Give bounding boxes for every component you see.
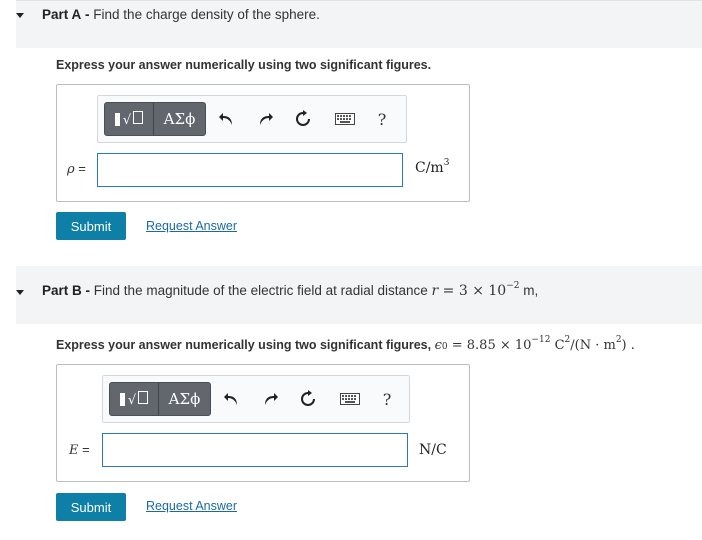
part-a-unit: C/m3 bbox=[415, 158, 450, 176]
epsilon-symbol: ϵ bbox=[434, 338, 442, 353]
part-b-separator: - bbox=[85, 283, 91, 298]
sqrt-icon: √ bbox=[123, 110, 144, 128]
rho-symbol: ρ bbox=[67, 162, 75, 177]
epsilon-value: = 8.85 × 10 bbox=[451, 338, 532, 353]
keyboard-icon[interactable] bbox=[339, 388, 361, 410]
greek-symbols-button[interactable]: ΑΣϕ bbox=[154, 103, 205, 135]
math-toolbar: √ ΑΣϕ ? bbox=[97, 95, 407, 143]
greek-symbols-button[interactable]: ΑΣϕ bbox=[159, 383, 210, 415]
part-b-instruction: Express your answer numerically using tw… bbox=[56, 335, 635, 353]
part-b-answer-box: √ ΑΣϕ ? E = N/C bbox=[56, 364, 470, 482]
rho-equals: = bbox=[78, 161, 86, 176]
part-b-r-expression: r = 3 × 10−2 bbox=[431, 281, 520, 299]
part-a-instruction: Express your answer numerically using tw… bbox=[56, 58, 432, 72]
templates-button[interactable]: √ bbox=[105, 103, 154, 135]
epsilon-unit-nm: /(N · m bbox=[570, 338, 616, 353]
epsilon-unit-m-exp: 2 bbox=[615, 335, 622, 345]
part-b-submit-button[interactable]: Submit bbox=[56, 493, 126, 521]
reset-icon[interactable] bbox=[292, 108, 314, 130]
templates-icon bbox=[119, 392, 125, 406]
help-icon[interactable]: ? bbox=[371, 108, 393, 130]
epsilon-exponent: −12 bbox=[531, 335, 551, 345]
part-b-instruction-text: Express your answer numerically using tw… bbox=[56, 338, 432, 352]
templates-button[interactable]: √ bbox=[110, 383, 159, 415]
part-b-question: Find the magnitude of the electric field… bbox=[93, 283, 428, 298]
r-value: = 3 × 10 bbox=[442, 283, 507, 299]
r-variable: r bbox=[431, 283, 439, 299]
part-a-request-answer-link[interactable]: Request Answer bbox=[146, 219, 237, 233]
math-toolbar: √ ΑΣϕ ? bbox=[102, 375, 410, 423]
toolbar-button-group: √ ΑΣϕ bbox=[104, 102, 206, 136]
part-b-title: Part B - Find the magnitude of the elect… bbox=[42, 281, 539, 299]
rho-label: ρ = bbox=[67, 161, 86, 177]
undo-icon[interactable] bbox=[216, 108, 238, 130]
epsilon-unit-c-exp: 2 bbox=[564, 335, 571, 345]
toolbar-button-group: √ ΑΣϕ bbox=[109, 382, 211, 416]
epsilon-unit-c: C bbox=[554, 338, 565, 353]
e-field-label: E = bbox=[69, 442, 90, 458]
part-b-request-answer-link[interactable]: Request Answer bbox=[146, 499, 237, 513]
part-a-label: Part A bbox=[42, 7, 82, 22]
caret-down-icon[interactable] bbox=[16, 13, 24, 18]
part-a-title: Part A - Find the charge density of the … bbox=[42, 7, 320, 22]
r-unit: m, bbox=[523, 283, 539, 298]
caret-down-icon[interactable] bbox=[16, 290, 24, 295]
epsilon-expression: ϵ0 = 8.85 × 10−12 C2/(N · m2) . bbox=[434, 335, 635, 353]
e-symbol: E bbox=[69, 443, 79, 458]
part-a-answer-input[interactable] bbox=[97, 153, 403, 187]
part-a-unit-base: C/m bbox=[415, 160, 444, 176]
keyboard-icon[interactable] bbox=[334, 108, 356, 130]
part-b-unit: N/C bbox=[419, 442, 447, 458]
redo-icon[interactable] bbox=[259, 388, 281, 410]
part-a-answer-box: √ ΑΣϕ ? ρ = C/m3 bbox=[56, 84, 470, 202]
part-b-answer-input[interactable] bbox=[102, 433, 408, 467]
r-exponent: −2 bbox=[506, 281, 520, 291]
part-b-label: Part B bbox=[42, 283, 82, 298]
sqrt-icon: √ bbox=[128, 390, 149, 408]
undo-icon[interactable] bbox=[221, 388, 243, 410]
redo-icon[interactable] bbox=[254, 108, 276, 130]
reset-icon[interactable] bbox=[297, 388, 319, 410]
templates-icon bbox=[114, 112, 120, 126]
epsilon-unit-close: ) . bbox=[621, 338, 635, 353]
part-a-separator: - bbox=[85, 7, 90, 22]
part-a-submit-button[interactable]: Submit bbox=[56, 212, 126, 240]
epsilon-subscript: 0 bbox=[441, 342, 448, 352]
part-a-question: Find the charge density of the sphere. bbox=[93, 7, 320, 22]
part-a-unit-exp: 3 bbox=[443, 158, 450, 168]
e-equals: = bbox=[82, 442, 90, 457]
help-icon[interactable]: ? bbox=[376, 388, 398, 410]
